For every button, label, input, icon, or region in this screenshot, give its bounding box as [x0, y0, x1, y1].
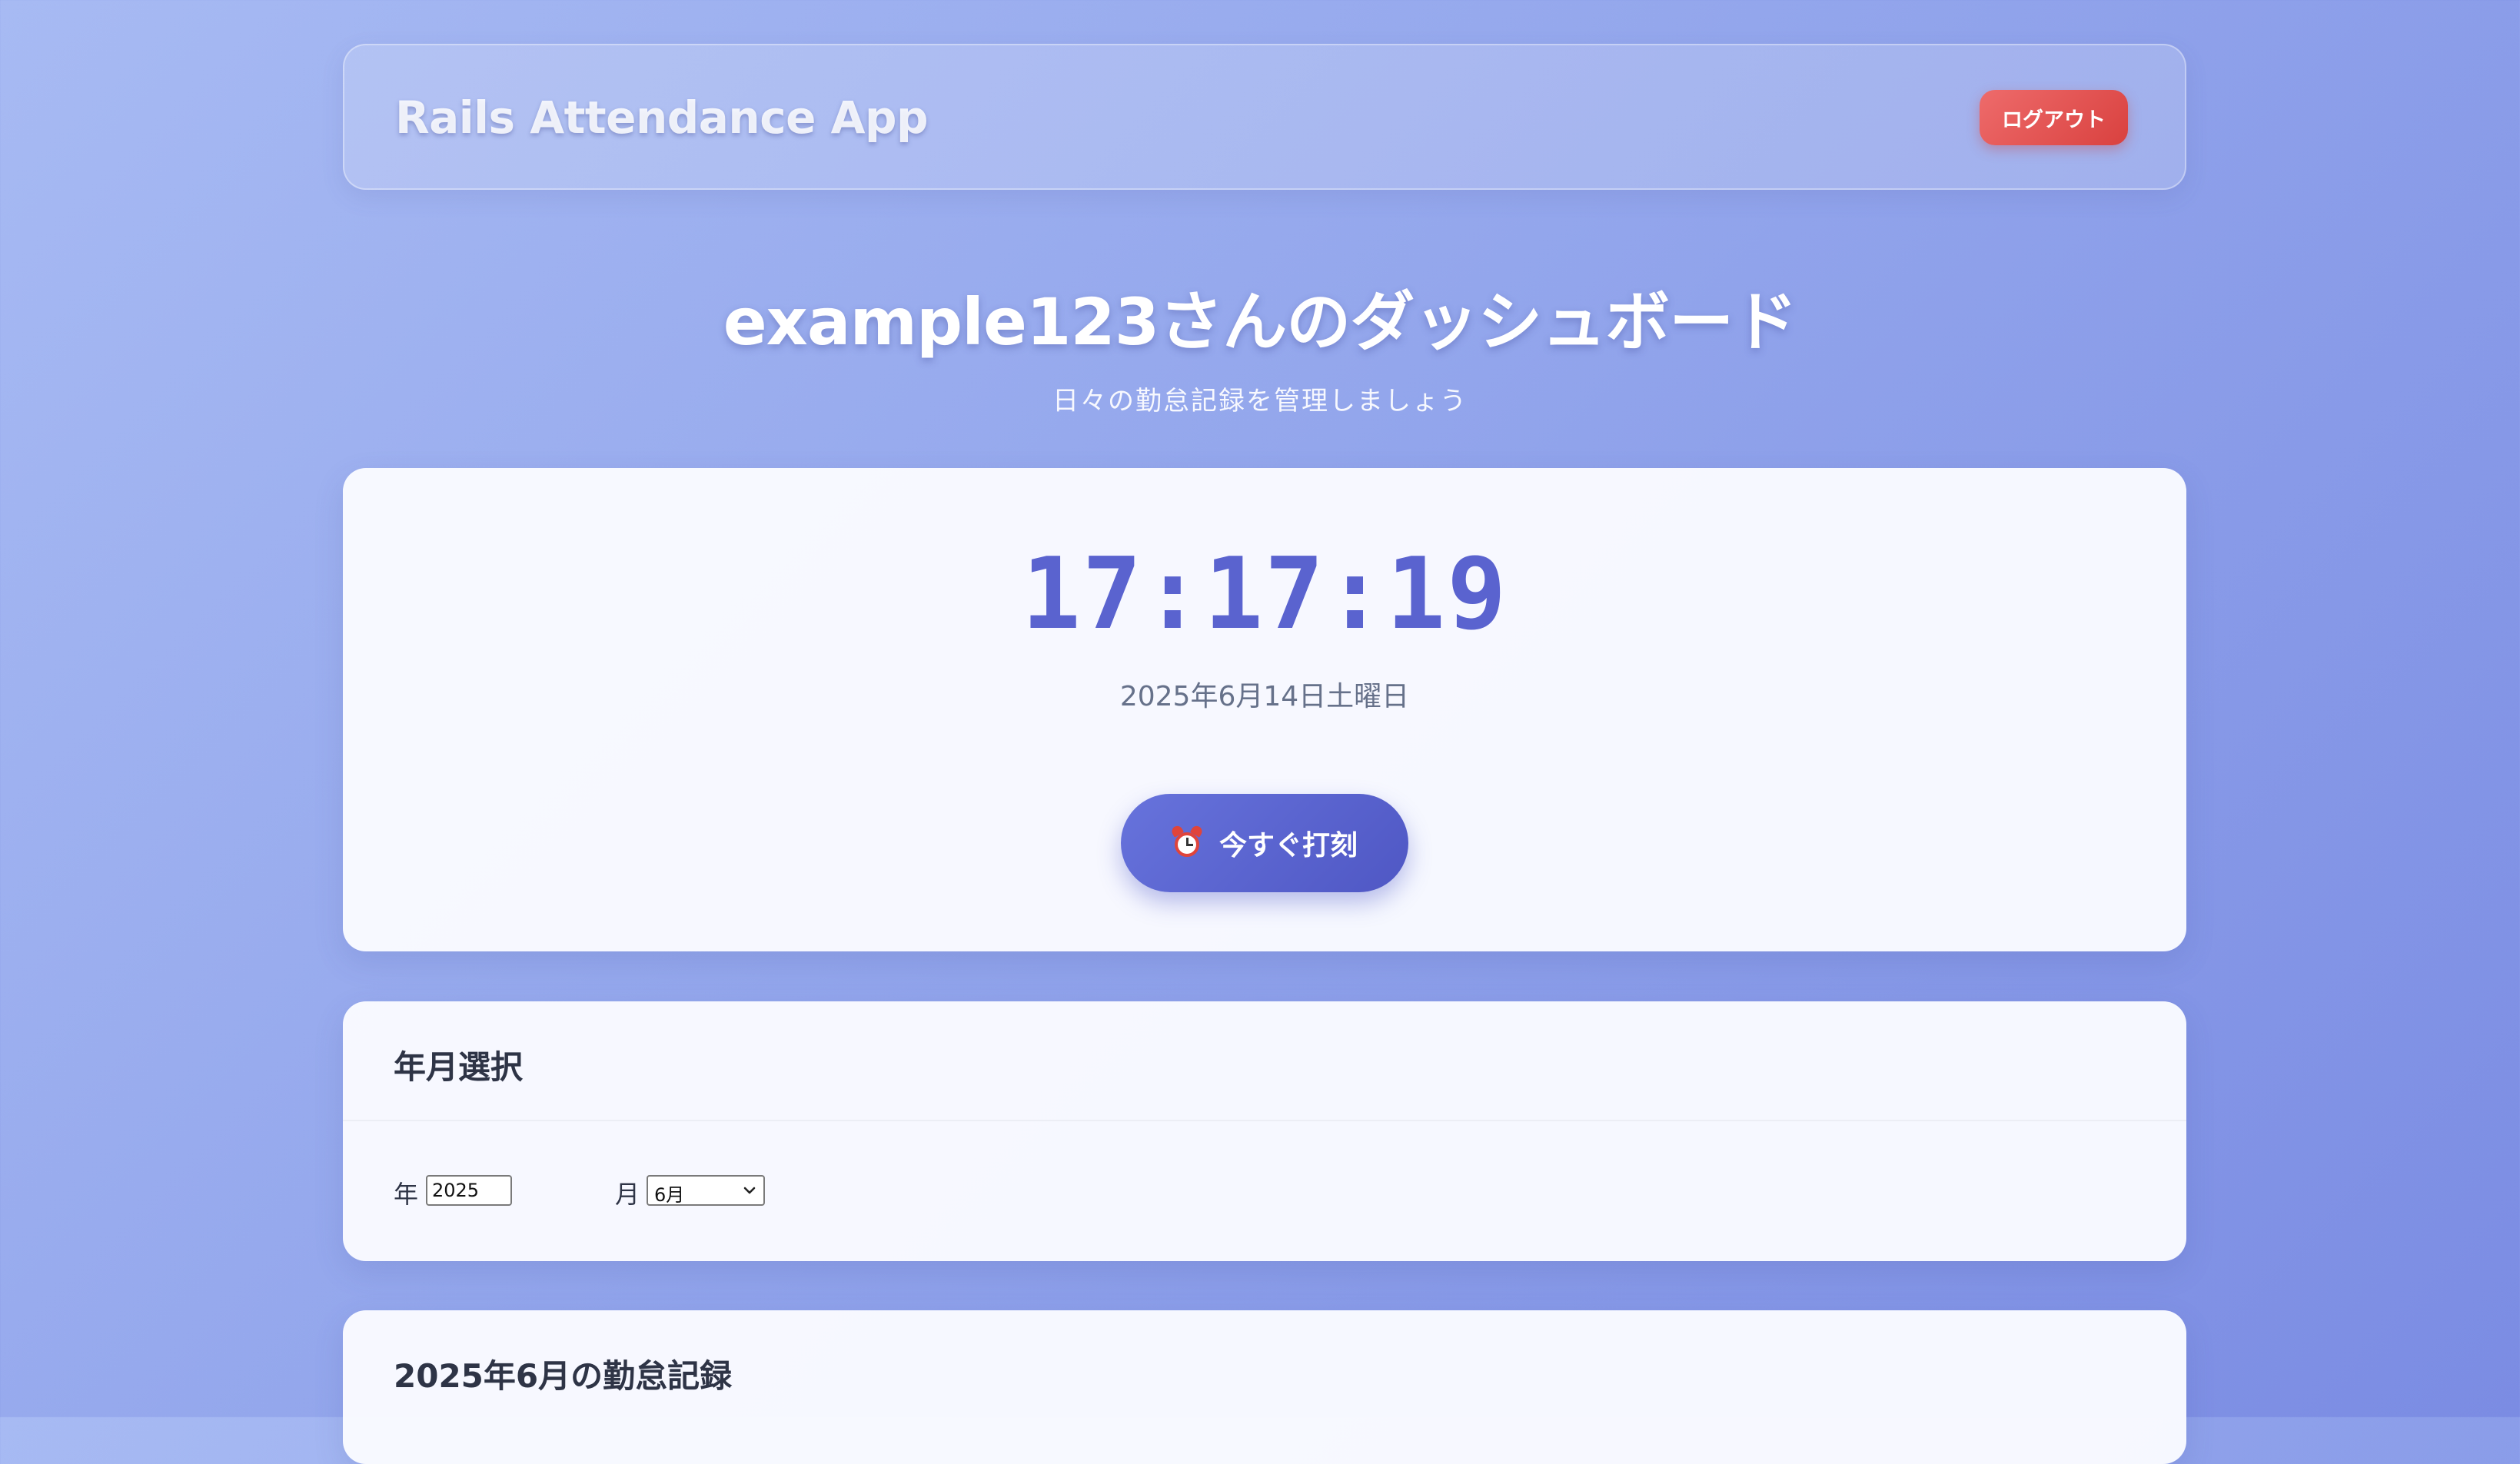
current-time: 17:17:19 — [1021, 537, 1508, 652]
top-nav-bar: Rails Attendance App ログアウト — [343, 44, 2186, 190]
punch-button-label: 今すぐ打刻 — [1218, 830, 1358, 861]
chevron-down-icon — [743, 1187, 756, 1194]
year-month-card: 年月選択 年 月 6月 — [343, 1001, 2186, 1261]
clock-card: 17:17:19 2025年6月14日土曜日 今すぐ打刻 — [343, 468, 2186, 951]
logout-button[interactable]: ログアウト — [1980, 90, 2128, 145]
year-input[interactable] — [426, 1175, 512, 1206]
card-divider — [343, 1120, 2186, 1121]
records-title: 2025年6月の勤怠記録 — [394, 1357, 733, 1395]
page-title: example123さんのダッシュボード — [723, 284, 1798, 360]
alarm-clock-icon — [1169, 824, 1205, 860]
page-subtitle: 日々の勤怠記録を管理しましょう — [1052, 386, 1468, 417]
attendance-records-card: 2025年6月の勤怠記録 — [343, 1310, 2186, 1464]
year-label: 年 — [394, 1180, 419, 1209]
year-month-title: 年月選択 — [394, 1048, 524, 1086]
current-date: 2025年6月14日土曜日 — [1119, 681, 1410, 712]
month-label: 月 — [615, 1180, 640, 1209]
punch-button[interactable]: 今すぐ打刻 — [1121, 794, 1408, 892]
month-select[interactable]: 6月 — [647, 1175, 765, 1206]
app-brand[interactable]: Rails Attendance App — [395, 91, 929, 144]
month-select-value: 6月 — [654, 1184, 685, 1206]
